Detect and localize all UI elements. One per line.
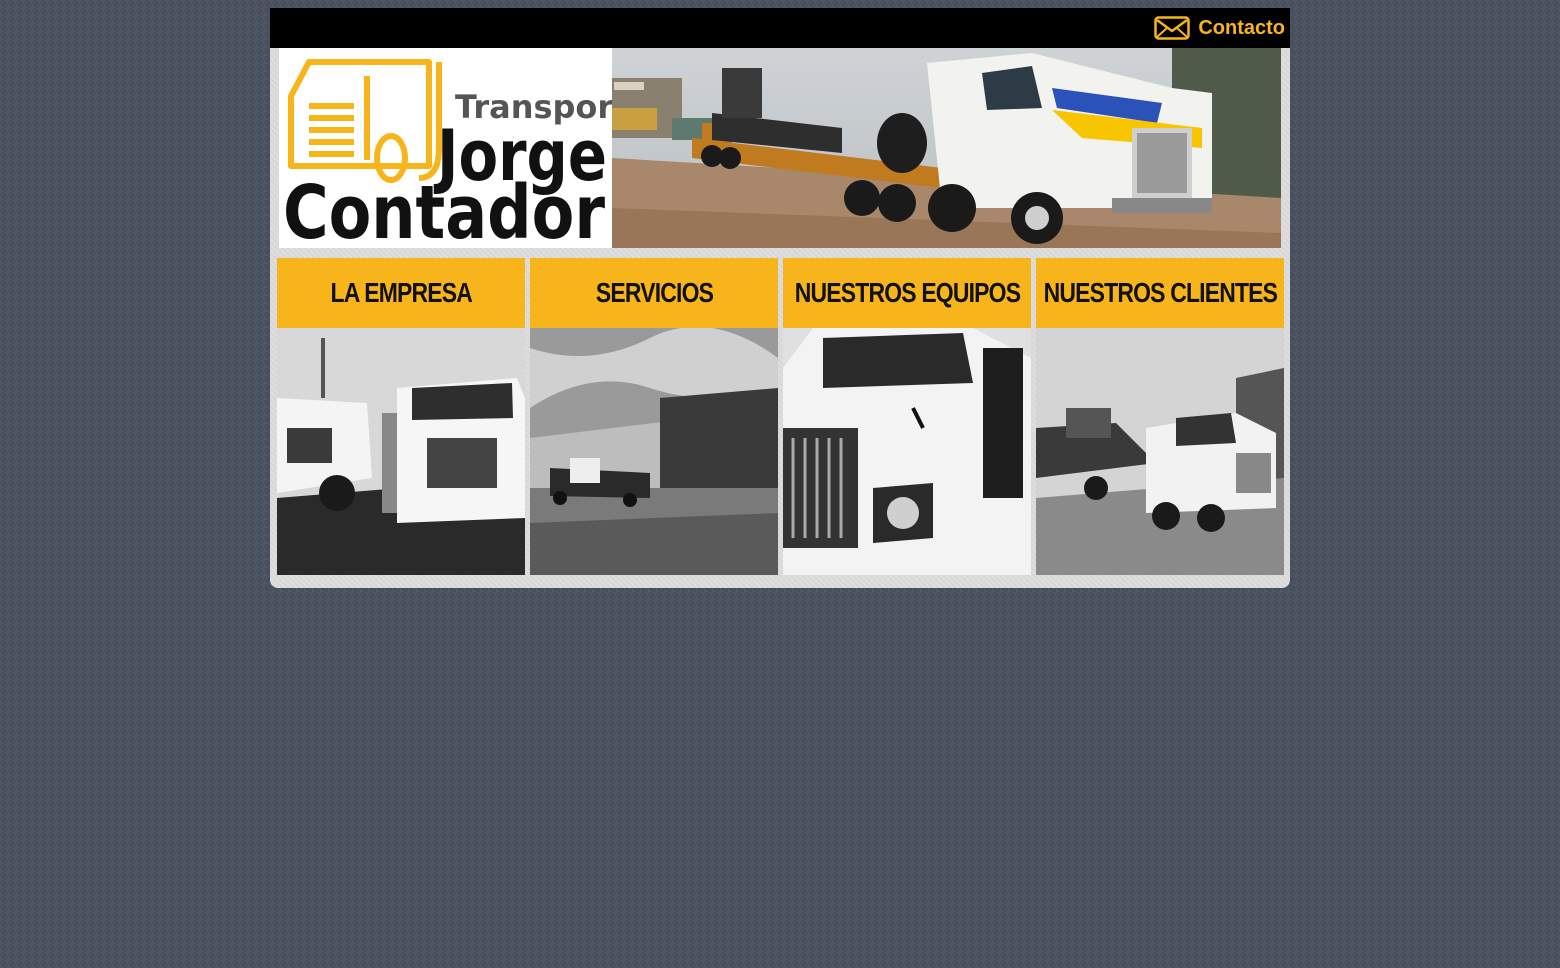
nav-tile-caption: SERVICIOS [530,258,778,328]
logo-graphic: Transportes Jorge Contador [283,59,669,256]
nav-tile-caption: NUESTROS CLIENTES [1036,258,1284,328]
header-banner-photo [612,48,1281,248]
contact-label: Contacto [1198,16,1285,39]
nav-tile-caption: NUESTROS EQUIPOS [783,258,1031,328]
nav-tile-nuestros-clientes[interactable]: NUESTROS CLIENTES [1036,258,1284,575]
company-logo[interactable]: Transportes Jorge Contador [279,48,669,256]
truck-outline-icon [288,59,442,183]
envelope-icon [1154,16,1191,40]
content-panel: Transportes Jorge Contador [270,48,1290,588]
nav-tile-caption: LA EMPRESA [277,258,525,328]
truck-trailer-photo [1036,328,1284,575]
logo-line-contador: Contador [283,170,605,248]
trucks-photo [277,328,525,575]
landscape-truck-photo [530,328,778,575]
contact-link[interactable]: Contacto [1154,15,1285,41]
nav-tile-label: LA EMPRESA [330,277,472,308]
header: Transportes Jorge Contador [279,48,1281,256]
nav-tile-la-empresa[interactable]: LA EMPRESA [277,258,525,575]
nav-tile-label: NUESTROS CLIENTES [1043,277,1277,308]
nav-tile-nuestros-equipos[interactable]: NUESTROS EQUIPOS [783,258,1031,575]
nav-tile-servicios[interactable]: SERVICIOS [530,258,778,575]
nav-tile-label: SERVICIOS [595,277,713,308]
top-bar: Contacto [270,8,1290,48]
truck-photo [612,48,1281,248]
nav-tiles: LA EMPRESA SERVICIOS NUESTROS EQUIPOS NU… [277,258,1284,575]
truck-closeup-photo [783,328,1031,575]
nav-tile-label: NUESTROS EQUIPOS [794,277,1020,308]
page-container: Contacto Transpor Jorge Contador LA EMPR… [270,8,1290,588]
